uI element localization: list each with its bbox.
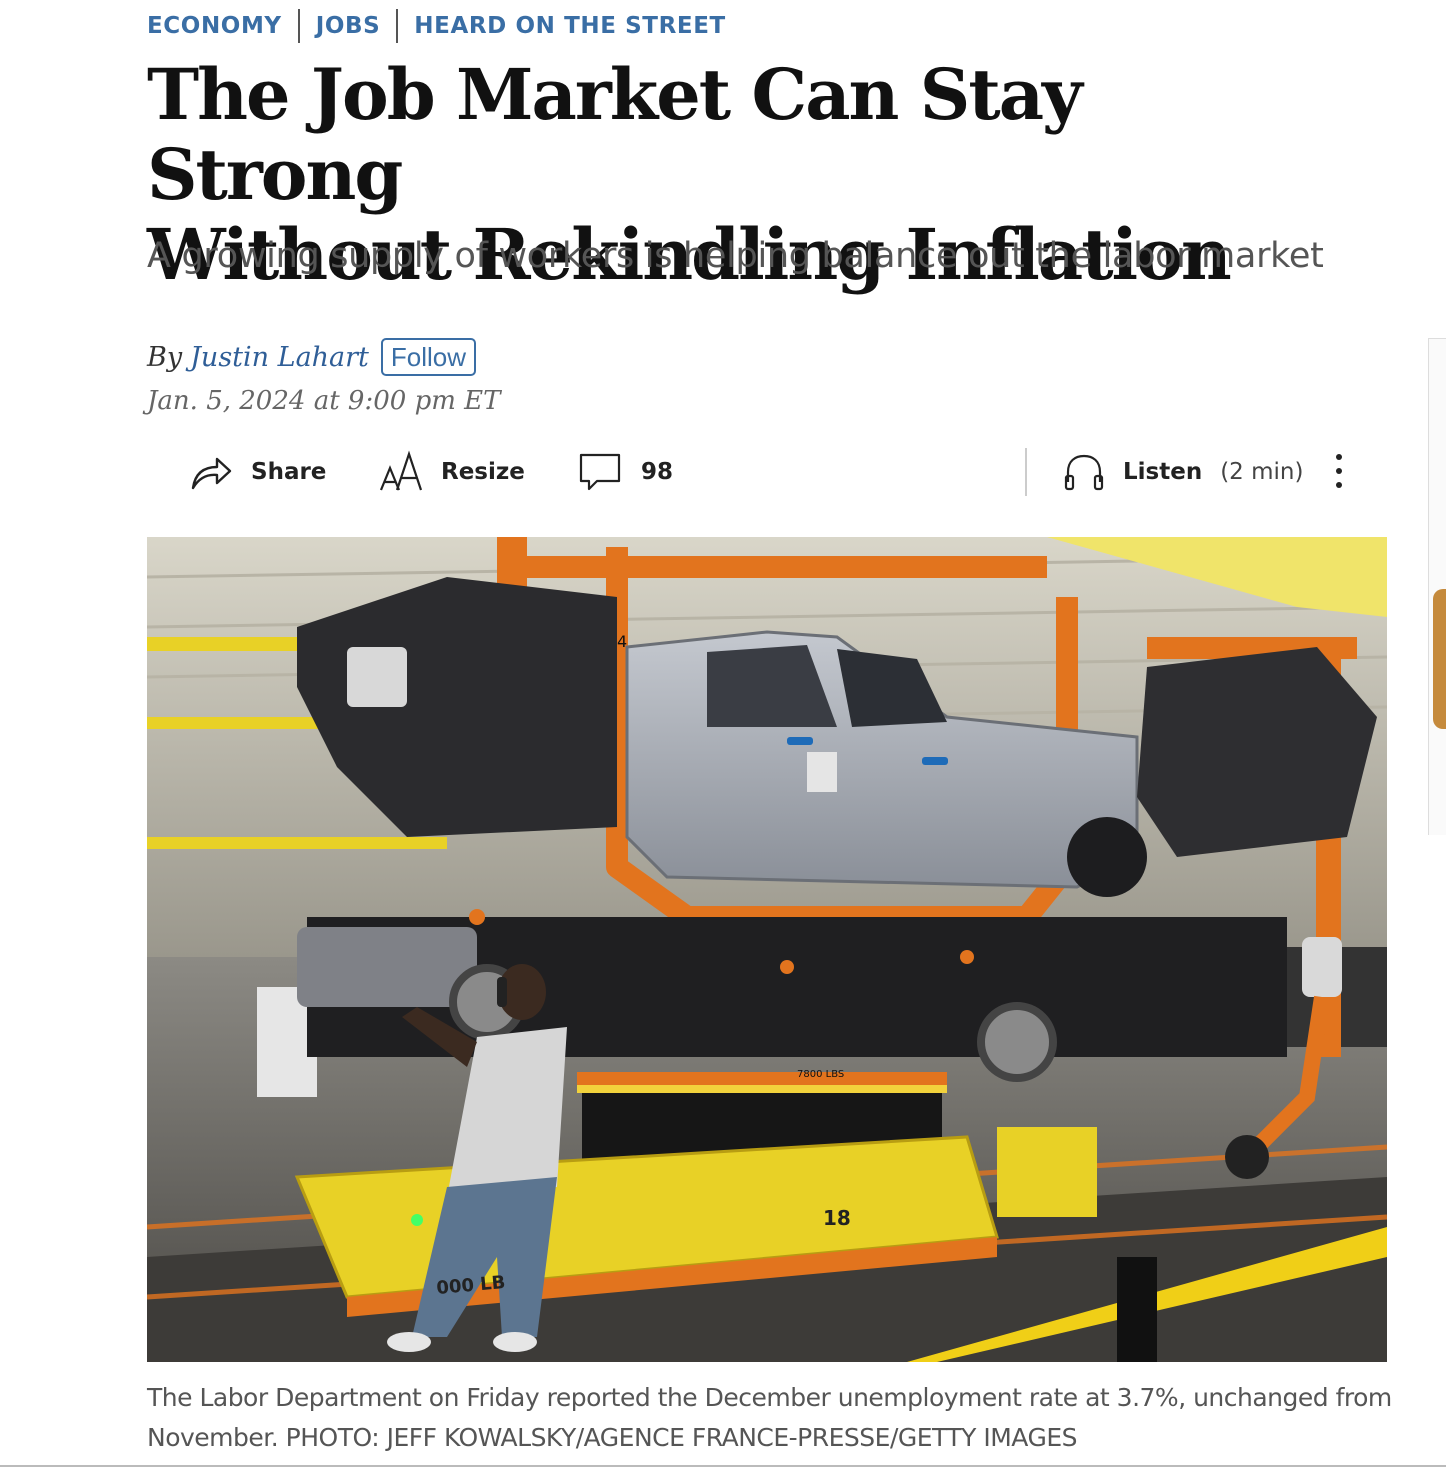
breadcrumb-jobs[interactable]: JOBS [316, 13, 381, 39]
comments-count: 98 [641, 459, 674, 485]
article-toolbar: Share Resize 98 Listen (2 min) [147, 448, 1387, 496]
headphones-icon [1063, 452, 1105, 492]
page-bottom-divider [0, 1465, 1446, 1467]
author-link[interactable]: Justin Lahart [190, 342, 369, 373]
share-label: Share [251, 459, 327, 485]
sidebar-image-fragment [1433, 589, 1446, 729]
more-options-button[interactable] [1327, 450, 1351, 494]
listen-label: Listen [1123, 459, 1203, 485]
toolbar-divider [1025, 448, 1027, 496]
resize-button[interactable]: Resize [379, 448, 525, 496]
text-size-icon [379, 450, 425, 494]
share-arrow-icon [189, 452, 233, 492]
comments-button[interactable]: 98 [579, 448, 673, 496]
sidebar-ad-edge [1428, 338, 1446, 835]
vertical-ellipsis-icon [1327, 454, 1351, 488]
listen-duration: (2 min) [1220, 459, 1304, 485]
share-button[interactable]: Share [189, 448, 326, 496]
breadcrumb-separator [297, 9, 300, 43]
follow-button[interactable]: Follow [380, 338, 477, 376]
publish-date: Jan. 5, 2024 at 9:00 pm ET [147, 386, 501, 416]
comment-bubble-icon [579, 452, 621, 492]
breadcrumb-heard-on-the-street[interactable]: HEARD ON THE STREET [414, 13, 726, 39]
capacity-label: 7800 LBS [797, 1069, 844, 1080]
byline: By Justin Lahart Follow [147, 338, 477, 376]
factory-assembly-line-illustration: 4 18 7800 LBS 000 LB [146, 537, 1388, 1362]
resize-label: Resize [441, 459, 525, 485]
photo-caption: The Labor Department on Friday reported … [147, 1378, 1397, 1458]
photo-credit: PHOTO: JEFF KOWALSKY/AGENCE FRANCE-PRESS… [285, 1423, 1078, 1452]
cart-number-label: 18 [823, 1206, 851, 1230]
breadcrumb-separator [396, 9, 399, 43]
byline-prefix: By [147, 341, 183, 373]
frame-number-label: 4 [617, 632, 627, 651]
listen-button[interactable]: Listen (2 min) [1063, 448, 1303, 496]
breadcrumb-economy[interactable]: ECONOMY [147, 13, 282, 39]
headline-line-1: The Job Market Can Stay Strong [147, 53, 1083, 216]
article-photo: 4 18 7800 LBS 000 LB [146, 537, 1388, 1362]
article-dek: A growing supply of workers is helping b… [147, 236, 1324, 276]
breadcrumb: ECONOMY JOBS HEARD ON THE STREET [147, 8, 726, 44]
